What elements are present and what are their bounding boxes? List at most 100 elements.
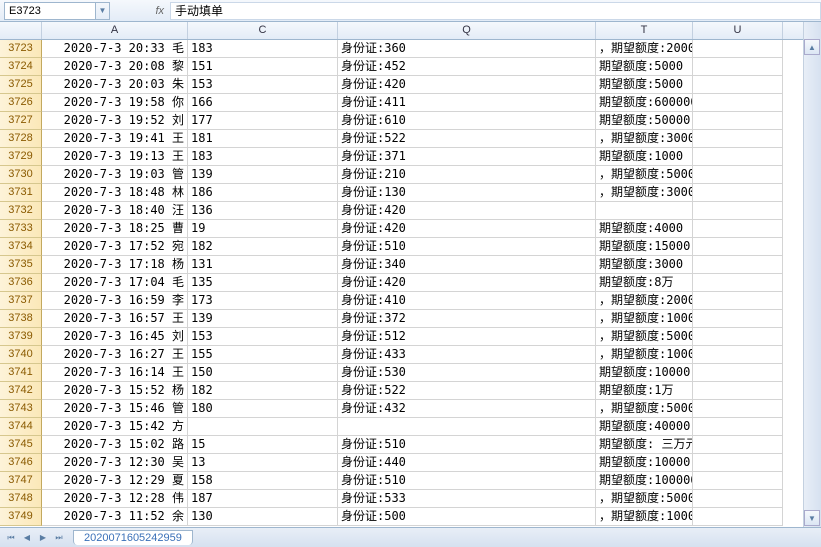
row-header[interactable]: 3735 [0, 256, 42, 274]
tab-last-button[interactable]: ⏭ [52, 531, 66, 545]
cell[interactable]: 2020-7-3 18:40 汪 [42, 202, 188, 220]
cell[interactable]: 身份证:512 [338, 328, 596, 346]
cell[interactable]: 2020-7-3 15:52 杨 [42, 382, 188, 400]
row-header[interactable]: 3726 [0, 94, 42, 112]
cell[interactable]: 183 [188, 148, 338, 166]
cell[interactable]: 181 [188, 130, 338, 148]
cell[interactable]: 13 [188, 454, 338, 472]
col-header-q[interactable]: Q [338, 22, 596, 39]
cell[interactable]: 186 [188, 184, 338, 202]
cell[interactable]: 182 [188, 238, 338, 256]
cell[interactable]: 131 [188, 256, 338, 274]
row-header[interactable]: 3734 [0, 238, 42, 256]
cell[interactable]: 身份证:340 [338, 256, 596, 274]
cell[interactable]: 183 [188, 40, 338, 58]
row-header[interactable]: 3723 [0, 40, 42, 58]
cell[interactable]: 130 [188, 508, 338, 526]
cell[interactable] [693, 400, 783, 418]
row-header[interactable]: 3730 [0, 166, 42, 184]
row-header[interactable]: 3729 [0, 148, 42, 166]
cell[interactable]: 身份证:522 [338, 130, 596, 148]
row-header[interactable]: 3741 [0, 364, 42, 382]
cell[interactable]: 2020-7-3 19:52 刘 [42, 112, 188, 130]
row-header[interactable]: 3742 [0, 382, 42, 400]
row-header[interactable]: 3745 [0, 436, 42, 454]
cell[interactable]: 2020-7-3 18:25 曹 [42, 220, 188, 238]
cell[interactable]: 155 [188, 346, 338, 364]
cell[interactable]: 182 [188, 382, 338, 400]
cell[interactable] [693, 40, 783, 58]
cell[interactable]: 身份证:410 [338, 292, 596, 310]
cell[interactable] [693, 328, 783, 346]
cell[interactable]: 期望额度:1000 [596, 148, 693, 166]
row-header[interactable]: 3737 [0, 292, 42, 310]
row-header[interactable]: 3733 [0, 220, 42, 238]
cell[interactable]: 135 [188, 274, 338, 292]
cell[interactable] [693, 382, 783, 400]
cell[interactable]: ，期望额度:30000 [596, 130, 693, 148]
cell[interactable]: 177 [188, 112, 338, 130]
cell[interactable]: ，期望额度:30000 [596, 184, 693, 202]
cell[interactable]: 2020-7-3 15:42 方 [42, 418, 188, 436]
cell[interactable] [693, 238, 783, 256]
cell[interactable]: 2020-7-3 20:33 毛 [42, 40, 188, 58]
cell[interactable]: 期望额度:4000 [596, 220, 693, 238]
cell[interactable]: 身份证:371 [338, 148, 596, 166]
cell[interactable]: 身份证:533 [338, 490, 596, 508]
cell[interactable]: ，期望额度:50000 [596, 400, 693, 418]
cell[interactable]: 15 [188, 436, 338, 454]
cell[interactable]: 2020-7-3 12:29 夏 [42, 472, 188, 490]
cell[interactable]: 身份证:420 [338, 76, 596, 94]
cell[interactable]: ，期望额度:20000 [596, 40, 693, 58]
cell[interactable]: 2020-7-3 16:57 王 [42, 310, 188, 328]
cell[interactable] [693, 472, 783, 490]
cell[interactable] [693, 166, 783, 184]
cell[interactable]: 期望额度:50000-100000 [596, 112, 693, 130]
cell[interactable]: 2020-7-3 18:48 林 [42, 184, 188, 202]
cell[interactable]: 2020-7-3 11:52 余 [42, 508, 188, 526]
cell[interactable]: 2020-7-3 12:30 吴 [42, 454, 188, 472]
cell[interactable] [693, 490, 783, 508]
cell[interactable]: 2020-7-3 16:27 王 [42, 346, 188, 364]
cell[interactable]: 153 [188, 328, 338, 346]
name-box[interactable]: E3723 [4, 2, 96, 20]
cell[interactable] [693, 274, 783, 292]
cell[interactable]: 187 [188, 490, 338, 508]
cell[interactable] [693, 112, 783, 130]
row-header[interactable]: 3728 [0, 130, 42, 148]
cell[interactable]: ，期望额度:5000 [596, 166, 693, 184]
cell[interactable]: 2020-7-3 16:59 李 [42, 292, 188, 310]
col-header-u[interactable]: U [693, 22, 783, 39]
cell[interactable]: 19 [188, 220, 338, 238]
cell[interactable]: 139 [188, 310, 338, 328]
cell[interactable]: 身份证:440 [338, 454, 596, 472]
cell[interactable]: 2020-7-3 19:58 你 [42, 94, 188, 112]
cell[interactable]: 期望额度:3000 [596, 256, 693, 274]
cell[interactable]: 139 [188, 166, 338, 184]
cell[interactable]: 153 [188, 76, 338, 94]
cell[interactable] [338, 418, 596, 436]
cell[interactable]: 2020-7-3 19:03 管 [42, 166, 188, 184]
cell[interactable]: 期望额度:6000000 [596, 94, 693, 112]
cell[interactable]: 期望额度: 三万元 [596, 436, 693, 454]
cell[interactable] [693, 256, 783, 274]
cell[interactable] [693, 148, 783, 166]
cell[interactable]: 2020-7-3 17:18 杨 [42, 256, 188, 274]
cell[interactable] [693, 184, 783, 202]
cell[interactable]: 期望额度:8万 [596, 274, 693, 292]
cell[interactable]: 身份证:372 [338, 310, 596, 328]
cell[interactable]: 2020-7-3 15:46 管 [42, 400, 188, 418]
cell[interactable]: 身份证:432 [338, 400, 596, 418]
cell[interactable]: 期望额度:100000 [596, 472, 693, 490]
fx-icon[interactable]: fx [155, 5, 164, 17]
name-box-dropdown[interactable]: ▼ [96, 2, 110, 20]
cell[interactable] [693, 454, 783, 472]
cell[interactable]: 2020-7-3 20:03 朱 [42, 76, 188, 94]
cell[interactable] [693, 418, 783, 436]
cell[interactable]: 身份证:510 [338, 472, 596, 490]
cell[interactable] [596, 202, 693, 220]
sheet-tab[interactable]: 2020071605242959 [73, 530, 193, 545]
cell[interactable]: 2020-7-3 19:41 王 [42, 130, 188, 148]
cell[interactable] [693, 346, 783, 364]
cell[interactable]: 身份证:610 [338, 112, 596, 130]
